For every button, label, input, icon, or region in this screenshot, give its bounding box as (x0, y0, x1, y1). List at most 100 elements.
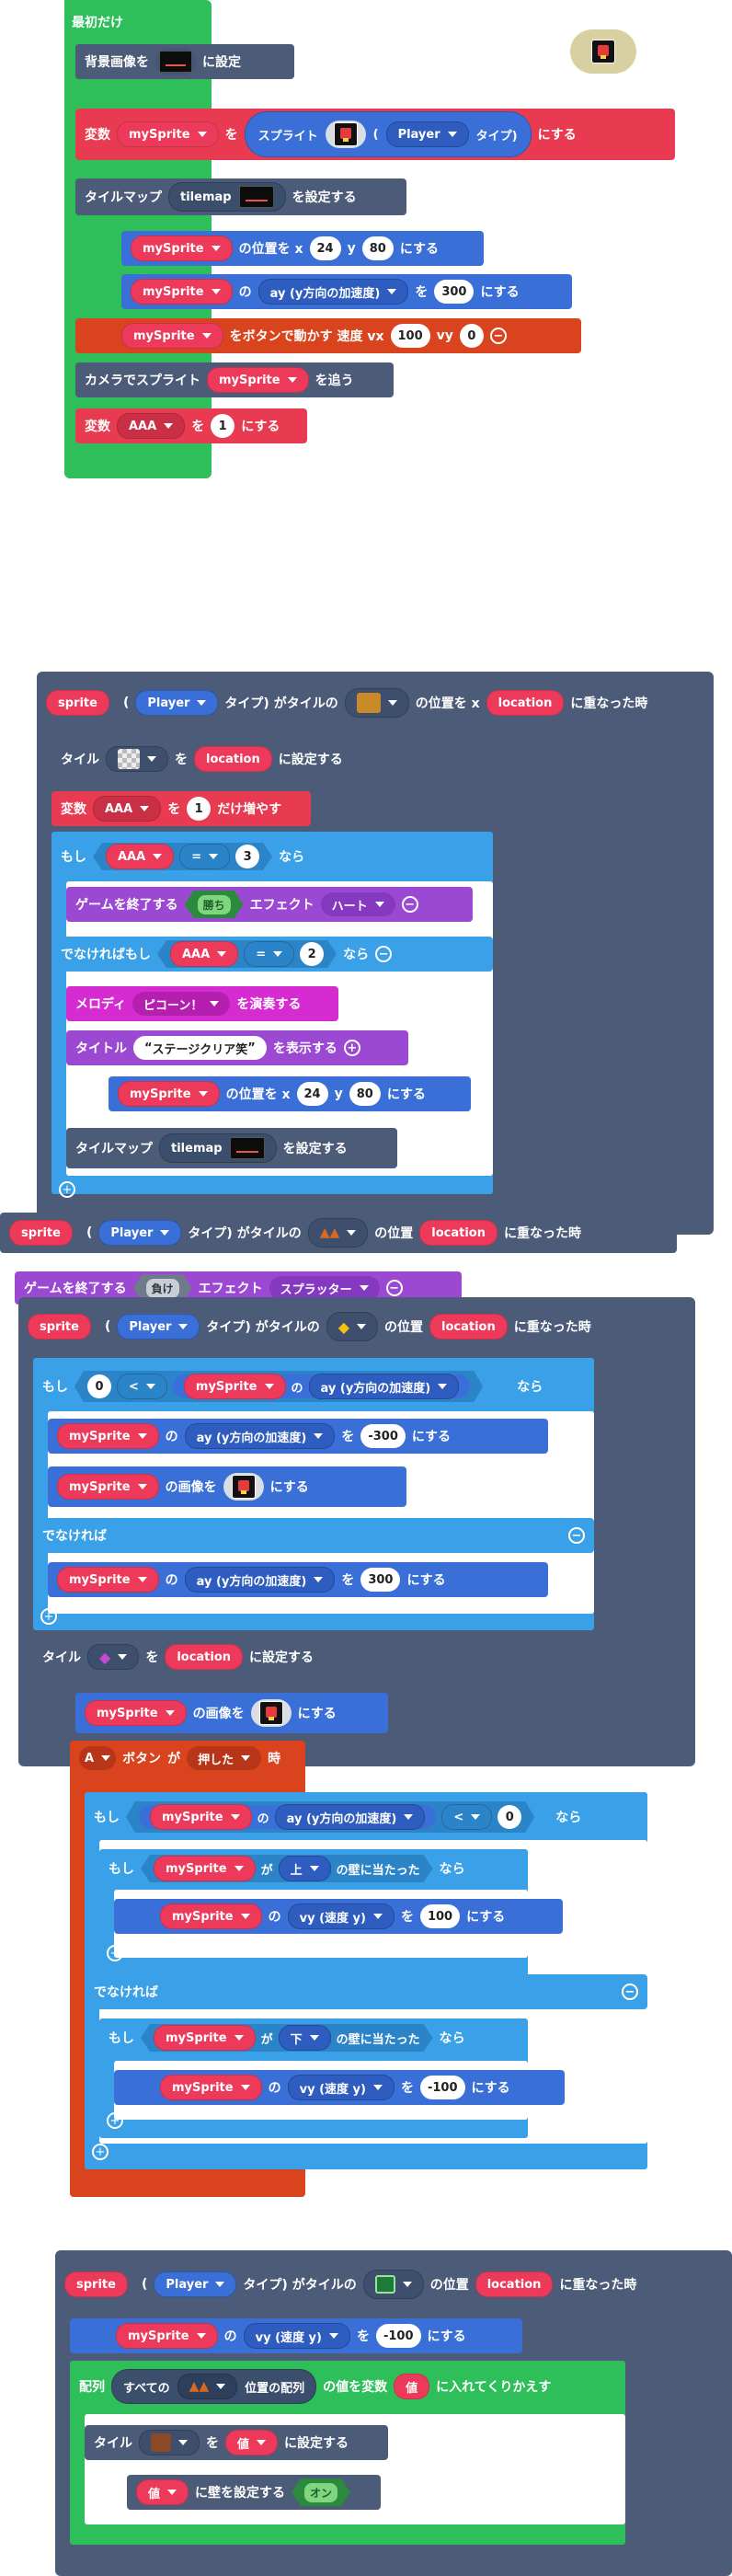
btn-set-vy2-block[interactable]: mySprite の vy (速度 y) を -100 にする (114, 2070, 565, 2105)
overlap1-set-position-block[interactable]: mySprite の位置を x 24 y 80 にする (109, 1076, 471, 1111)
overlap3-if-op[interactable]: < (117, 1374, 167, 1399)
remove-effect-icon[interactable]: − (401, 896, 418, 913)
overlap1-location-param[interactable]: location (486, 690, 565, 716)
overlap3-set-prop2-block[interactable]: mySprite の ay (y方向の加速度) を 300 にする (48, 1562, 548, 1597)
pos-y-input[interactable]: 80 (361, 236, 394, 260)
overlap4-tile-value[interactable]: 値 (225, 2430, 279, 2455)
btn-if3-dir-dropdown[interactable]: 下 (279, 2025, 331, 2051)
overlap3-if-var-dropdown[interactable]: mySprite (184, 1374, 286, 1399)
set-background-block[interactable]: 背景画像を に設定 (75, 44, 294, 79)
if-header[interactable]: もし AAA = 3 なら (51, 839, 493, 874)
overlap4-set-value[interactable]: -100 (375, 2324, 421, 2348)
var2-value-input[interactable]: 1 (211, 414, 235, 438)
overlap1-set-tilemap-block[interactable]: タイルマップ tilemap を設定する (66, 1128, 397, 1168)
overlap1-pos-y-input[interactable]: 80 (349, 1082, 381, 1106)
btn-if2-add-icon[interactable]: + (107, 1945, 123, 1961)
overlap3-if-condition[interactable]: 0 < mySprite の ay (y方向の加速度) (74, 1371, 483, 1402)
overlap3-image2-picker[interactable] (250, 1699, 292, 1727)
elseif-header[interactable]: でなければもし AAA = 2 なら − (51, 937, 493, 972)
button-state-dropdown[interactable]: 押した (187, 1746, 262, 1770)
if-add-branch-icon[interactable]: + (59, 1181, 75, 1198)
move-vy-input[interactable]: 0 (459, 324, 484, 348)
melody-dropdown[interactable]: ピコーン！ (132, 992, 231, 1016)
overlap1-sprite-param[interactable]: sprite (46, 690, 109, 716)
play-melody-block[interactable]: メロディ ピコーン！ を演奏する (66, 986, 338, 1021)
set-wall-block[interactable]: 値 に壁を設定する オン (127, 2475, 381, 2510)
btn-else-header[interactable]: でなければ − (85, 1974, 647, 2009)
overlap1-tile-picker[interactable] (344, 688, 409, 718)
btn-if3-add-icon[interactable]: + (107, 2112, 123, 2129)
overlap3-set2-prop-dropdown[interactable]: ay (y方向の加速度) (184, 1567, 336, 1593)
overlap3-if-left[interactable]: 0 (87, 1374, 111, 1398)
if-condition[interactable]: AAA = 3 (93, 843, 272, 870)
overlap3-if-prop-block[interactable]: mySprite の ay (y方向の加速度) (173, 1374, 470, 1398)
overlap3-kind-dropdown[interactable]: Player (117, 1314, 200, 1340)
btn-if2-dir-dropdown[interactable]: 上 (279, 1856, 331, 1881)
set-position-block[interactable]: mySprite の位置を x 24 y 80 にする (121, 231, 484, 266)
overlap2-sprite-param[interactable]: sprite (9, 1220, 73, 1246)
overlap4-tile-picker[interactable] (362, 2270, 424, 2299)
elseif-var-dropdown[interactable]: AAA (170, 941, 238, 967)
overlap4-location-param[interactable]: location (475, 2271, 554, 2297)
tile-location-param[interactable]: location (194, 746, 272, 772)
kind-dropdown[interactable]: Player (385, 121, 469, 147)
overlap3-set2-value[interactable]: 300 (360, 1568, 401, 1592)
button-dropdown[interactable]: A (79, 1746, 117, 1770)
overlap3-set2-var-dropdown[interactable]: mySprite (57, 1567, 159, 1593)
overlap3-location-param[interactable]: location (429, 1314, 508, 1340)
prop-value-input[interactable]: 300 (434, 280, 475, 304)
inc-value-input[interactable]: 1 (187, 797, 212, 821)
overlap3-set-var-dropdown[interactable]: mySprite (57, 1423, 159, 1449)
btn-set-value[interactable]: 100 (419, 1904, 461, 1928)
btn-if-add-icon[interactable]: + (92, 2144, 109, 2160)
btn-if-header[interactable]: もし mySprite の ay (y方向の加速度) < 0 なら (85, 1798, 647, 1836)
overlap1-kind-dropdown[interactable]: Player (135, 690, 219, 716)
overlap3-set-prop-dropdown[interactable]: ay (y方向の加速度) (184, 1423, 336, 1449)
btn-if2-header[interactable]: もし mySprite が 上 の壁に当たった なら (99, 1851, 528, 1886)
btn-if2-condition[interactable]: mySprite が 上 の壁に当たった (141, 1855, 433, 1882)
var-dropdown[interactable]: mySprite (117, 121, 219, 147)
camera-var-dropdown[interactable]: mySprite (207, 367, 309, 393)
btn-set2-prop-dropdown[interactable]: vy (速度 y) (287, 2075, 395, 2100)
overlap3-img2-var-dropdown[interactable]: mySprite (85, 1700, 187, 1726)
overlap4-set-vy-block[interactable]: mySprite の vy (速度 y) を -100 にする (70, 2318, 522, 2353)
tilemap-value[interactable]: tilemap (168, 182, 286, 212)
btn-if-op[interactable]: < (441, 1804, 492, 1830)
btn-if-prop-block[interactable]: mySprite の ay (y方向の加速度) (139, 1805, 436, 1829)
inc-var-dropdown[interactable]: AAA (93, 796, 162, 822)
pos-x-input[interactable]: 24 (309, 236, 341, 260)
btn-if3-header[interactable]: もし mySprite が 下 の壁に当たった なら (99, 2020, 528, 2055)
btn-set-prop-dropdown[interactable]: vy (速度 y) (287, 1903, 395, 1929)
overlap3-remove-else-icon[interactable]: − (568, 1527, 585, 1544)
overlap2-header[interactable]: sprite ( Player タイプ) がタイルの ▲▲ の位置 locati… (0, 1213, 677, 1253)
game-over-block[interactable]: ゲームを終了する 勝ち エフェクト ハート − (66, 887, 473, 922)
overlap4-sprite-param[interactable]: sprite (64, 2271, 128, 2297)
gameover-win-toggle[interactable]: 勝ち (185, 891, 244, 918)
overlap1-tilemap-value[interactable]: tilemap (159, 1133, 277, 1163)
overlap3-header[interactable]: sprite ( Player タイプ) がタイルの ◆ の位置 locatio… (18, 1306, 695, 1347)
remove-param-icon[interactable]: − (489, 328, 507, 344)
sprite-image-picker[interactable] (325, 121, 366, 148)
show-title-block[interactable]: タイトル “ステージクリア笑” を表示する + (66, 1030, 408, 1065)
prop-dropdown[interactable]: ay (y方向の加速度) (257, 279, 409, 305)
loop-var-param[interactable]: 値 (394, 2374, 430, 2399)
btn-set-vy-block[interactable]: mySprite の vy (速度 y) を 100 にする (114, 1899, 563, 1934)
set-property-block[interactable]: mySprite の ay (y方向の加速度) を 300 にする (121, 274, 572, 309)
wall-var-dropdown[interactable]: 値 (136, 2479, 189, 2505)
overlap4-tile-picker2[interactable] (139, 2430, 200, 2455)
overlap2-remove-effect-icon[interactable]: − (385, 1280, 403, 1296)
change-var-block[interactable]: 変数 AAA を 1 だけ増やす (51, 791, 311, 826)
overlap4-header[interactable]: sprite ( Player タイプ) がタイルの の位置 location … (55, 2265, 732, 2304)
all-tiles-block[interactable]: すべての ▲▲ 位置の配列 (111, 2369, 317, 2404)
overlap3-tile-picker2[interactable]: ◆ (87, 1644, 140, 1670)
btn-remove-else-icon[interactable]: − (622, 1984, 638, 2000)
remove-elseif-icon[interactable]: − (375, 946, 393, 962)
elseif-value-input[interactable]: 2 (300, 942, 324, 966)
camera-follow-block[interactable]: カメラでスプライト mySprite を追う (75, 362, 394, 397)
btn-if-value[interactable]: 0 (498, 1805, 521, 1829)
overlap3-tile-picker[interactable]: ◆ (326, 1312, 379, 1341)
for-each-header[interactable]: 配列 すべての ▲▲ 位置の配列 の値を変数 値 に入れてくりかえす (70, 2364, 625, 2409)
set-tilemap-block[interactable]: タイルマップ tilemap を設定する (75, 178, 406, 215)
overlap3-sprite-param[interactable]: sprite (28, 1314, 91, 1340)
overlap4-set-prop-dropdown[interactable]: vy (速度 y) (243, 2323, 350, 2349)
